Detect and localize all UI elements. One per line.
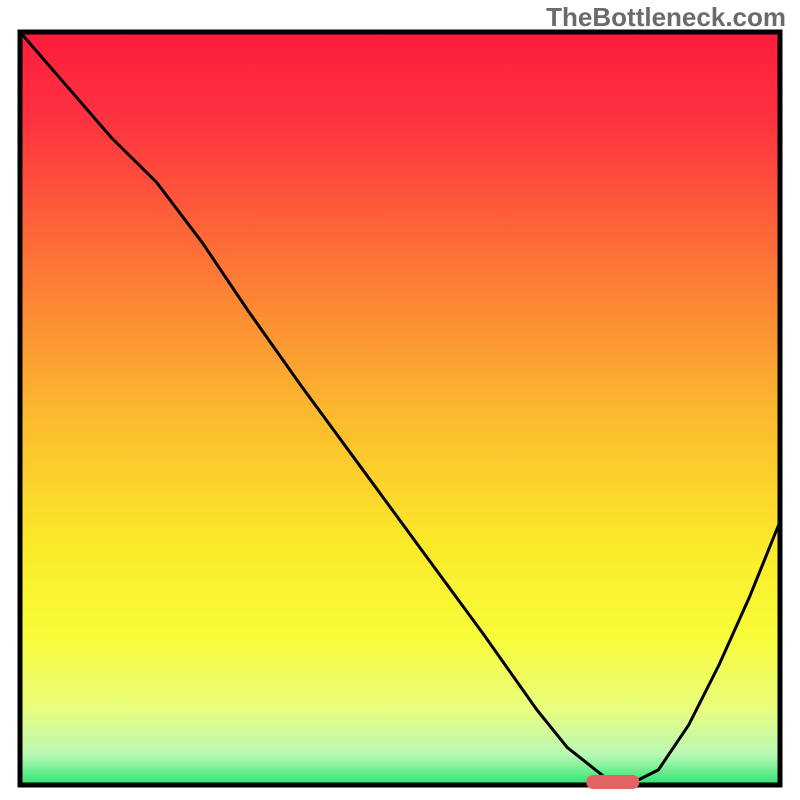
plot-background — [20, 32, 780, 785]
watermark-text: TheBottleneck.com — [546, 2, 786, 33]
bottleneck-chart — [0, 0, 800, 800]
chart-container: TheBottleneck.com — [0, 0, 800, 800]
operating-point-marker — [586, 775, 639, 789]
